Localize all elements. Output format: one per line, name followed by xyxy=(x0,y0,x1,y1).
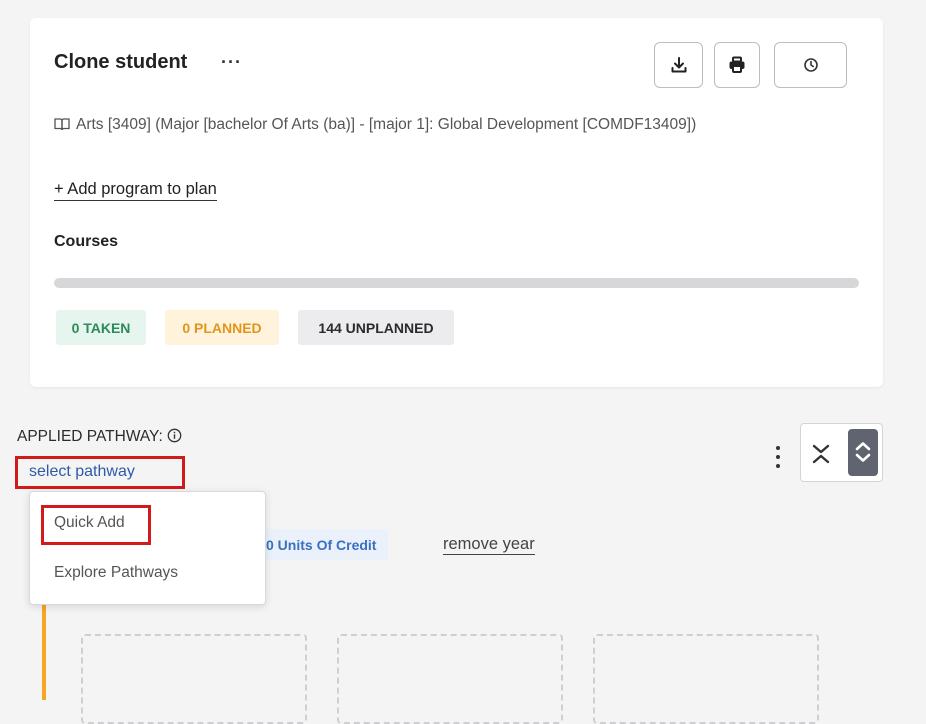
history-button[interactable] xyxy=(774,42,847,88)
clock-icon xyxy=(803,58,818,72)
plan-title: Clone student xyxy=(54,51,188,73)
print-button[interactable] xyxy=(714,42,760,88)
plan-card: Clone student ··· Arts [3409] (Major [ba… xyxy=(30,18,883,387)
more-options-icon[interactable]: ··· xyxy=(221,52,242,73)
course-placeholder-slot[interactable] xyxy=(81,634,307,724)
download-button[interactable] xyxy=(654,42,703,88)
view-toggle xyxy=(800,423,883,482)
quick-add-highlight xyxy=(41,505,151,545)
course-placeholder-slot[interactable] xyxy=(593,634,819,724)
courses-heading: Courses xyxy=(54,233,119,250)
add-program-link[interactable]: + Add program to plan xyxy=(54,179,217,201)
menu-item-explore-pathways[interactable]: Explore Pathways xyxy=(54,564,178,582)
taken-badge: 0 TAKEN xyxy=(56,310,146,345)
download-icon xyxy=(671,57,686,73)
planned-badge: 0 PLANNED xyxy=(165,310,279,345)
printer-icon xyxy=(729,56,745,73)
program-label: Arts [3409] (Major [bachelor Of Arts (ba… xyxy=(76,116,697,133)
applied-pathway-text: APPLIED PATHWAY: xyxy=(17,428,163,445)
applied-pathway-label: APPLIED PATHWAY: xyxy=(17,428,182,446)
courses-progress-bar xyxy=(54,278,859,288)
expand-button[interactable] xyxy=(848,429,878,476)
select-pathway-highlight xyxy=(15,456,185,489)
unplanned-badge: 144 UNPLANNED xyxy=(298,310,454,345)
info-icon[interactable] xyxy=(167,428,182,443)
program-entry: Arts [3409] (Major [bachelor Of Arts (ba… xyxy=(54,116,696,134)
collapse-icon[interactable] xyxy=(811,443,831,465)
remove-year-link[interactable]: remove year xyxy=(443,534,535,555)
chevron-up-down-icon xyxy=(855,442,871,462)
units-of-credit-badge: 0 Units Of Credit xyxy=(258,529,389,560)
timeline-line xyxy=(42,604,46,700)
book-icon xyxy=(54,118,70,131)
course-placeholder-slot[interactable] xyxy=(337,634,563,724)
kebab-menu-icon[interactable] xyxy=(770,444,786,470)
